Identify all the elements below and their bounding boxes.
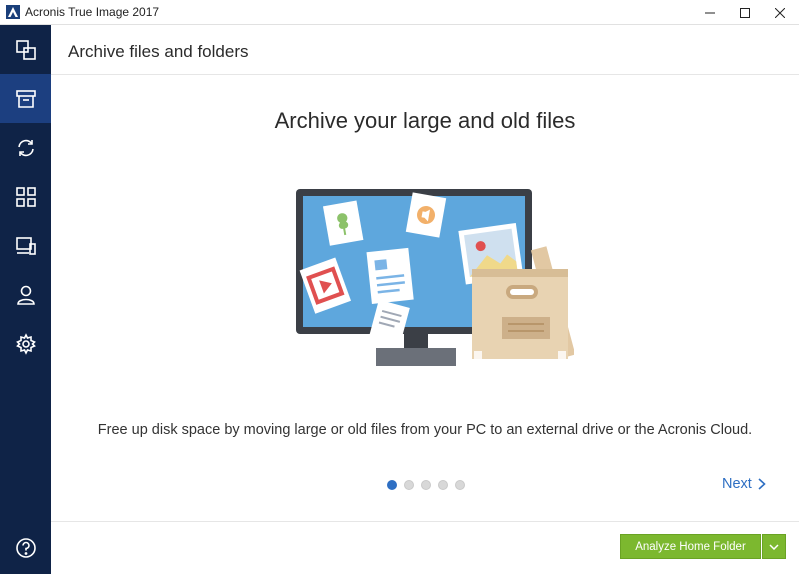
- audio-file-icon: [405, 192, 447, 238]
- analyze-options-dropdown[interactable]: [762, 534, 786, 559]
- pagination-dot[interactable]: [438, 480, 448, 490]
- main-content: Archive files and folders Archive your l…: [51, 25, 799, 574]
- archive-icon: [15, 89, 36, 108]
- description-text: Free up disk space by moving large or ol…: [97, 422, 753, 438]
- maximize-icon: [739, 7, 750, 18]
- pagination-dot[interactable]: [387, 480, 397, 490]
- pagination-dot[interactable]: [455, 480, 465, 490]
- window-title: Acronis True Image 2017: [25, 5, 160, 19]
- pagination-dot[interactable]: [421, 480, 431, 490]
- minimize-icon: [704, 12, 715, 13]
- sidebar-item-backup[interactable]: [0, 25, 51, 74]
- sidebar-item-sync[interactable]: [0, 123, 51, 172]
- dashboard-icon: [15, 236, 36, 255]
- account-icon: [16, 285, 35, 305]
- chevron-right-icon: [758, 478, 766, 490]
- close-icon: [774, 7, 785, 18]
- sidebar-item-archive[interactable]: [0, 74, 51, 123]
- settings-icon: [15, 332, 36, 355]
- close-button[interactable]: [762, 0, 797, 25]
- sidebar: [0, 25, 51, 574]
- sidebar-item-tools[interactable]: [0, 172, 51, 221]
- image-file-icon: [322, 200, 364, 246]
- tools-icon: [15, 186, 36, 207]
- next-label: Next: [722, 476, 752, 492]
- help-icon: [15, 537, 36, 558]
- sidebar-item-dashboard[interactable]: [0, 221, 51, 270]
- carousel-pagination: [387, 480, 465, 490]
- next-button[interactable]: Next: [722, 476, 766, 492]
- analyze-home-folder-button[interactable]: Analyze Home Folder: [620, 534, 761, 559]
- archive-illustration: [296, 189, 574, 366]
- help-button[interactable]: [0, 523, 51, 572]
- page-title: Archive files and folders: [68, 42, 249, 61]
- sidebar-item-settings[interactable]: [0, 319, 51, 368]
- analyze-label: Analyze Home Folder: [635, 540, 746, 553]
- headline: Archive your large and old files: [274, 108, 576, 133]
- backup-icon: [15, 39, 36, 60]
- sync-icon: [17, 139, 34, 156]
- minimize-button[interactable]: [692, 0, 727, 25]
- maximize-button[interactable]: [727, 0, 762, 25]
- title-bar: Acronis True Image 2017: [0, 0, 799, 25]
- footer-bar: Analyze Home Folder: [51, 521, 799, 574]
- document-file-icon: [366, 247, 414, 304]
- chevron-down-icon: [769, 543, 779, 550]
- sidebar-item-account[interactable]: [0, 270, 51, 319]
- acronis-logo-icon: [6, 5, 20, 19]
- pagination-dot[interactable]: [404, 480, 414, 490]
- page-header: Archive files and folders: [51, 25, 799, 75]
